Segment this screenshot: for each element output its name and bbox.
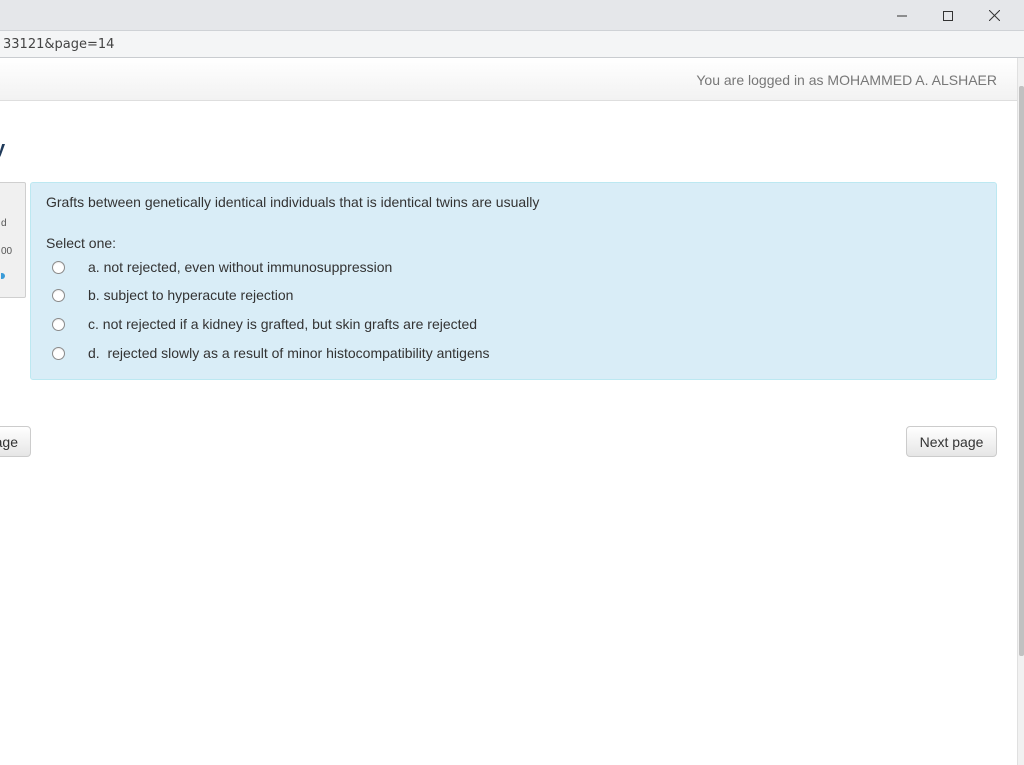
answer-label[interactable]: d. rejected slowly as a result of minor … (88, 345, 490, 361)
radio-button[interactable] (52, 346, 65, 360)
answer-label[interactable]: c. not rejected if a kidney is grafted, … (88, 316, 477, 332)
scrollbar-thumb[interactable] (1019, 86, 1024, 656)
answer-prompt: Select one: (46, 235, 117, 251)
previous-page-button[interactable]: age (0, 426, 31, 457)
answer-option-d[interactable]: d. rejected slowly as a result of minor … (52, 343, 952, 363)
maximize-icon[interactable] (925, 0, 971, 31)
question-mark: 00 (1, 246, 13, 257)
login-info: You are logged in as MOHAMMED A. ALSHAER (696, 72, 997, 88)
page-viewport: You are logged in as MOHAMMED A. ALSHAER… (0, 58, 1017, 765)
page-title: y (0, 138, 5, 161)
close-icon[interactable] (971, 0, 1017, 31)
question-text: Grafts between genetically identical ind… (46, 194, 540, 210)
vertical-scrollbar[interactable] (1017, 58, 1024, 765)
minimize-icon[interactable] (879, 0, 925, 31)
url-text[interactable]: 33121&page=14 (3, 37, 114, 52)
address-bar[interactable]: 33121&page=14 (0, 31, 1024, 58)
answer-label[interactable]: a. not rejected, even without immunosupp… (88, 259, 392, 275)
radio-button[interactable] (52, 260, 65, 274)
next-page-button[interactable]: Next page (906, 426, 997, 457)
answer-option-c[interactable]: c. not rejected if a kidney is grafted, … (52, 314, 952, 334)
radio-button[interactable] (52, 317, 65, 331)
window-titlebar (0, 0, 1024, 31)
question-box: Grafts between genetically identical ind… (30, 182, 997, 380)
answer-label[interactable]: b. subject to hyperacute rejection (88, 287, 293, 303)
flag-icon[interactable] (1, 273, 5, 279)
top-navbar: You are logged in as MOHAMMED A. ALSHAER (0, 58, 1017, 101)
question-info-panel: d 00 (0, 182, 26, 298)
radio-button[interactable] (52, 288, 65, 302)
answer-option-b[interactable]: b. subject to hyperacute rejection (52, 285, 952, 305)
question-state: d (1, 218, 7, 229)
answer-option-a[interactable]: a. not rejected, even without immunosupp… (52, 257, 952, 277)
